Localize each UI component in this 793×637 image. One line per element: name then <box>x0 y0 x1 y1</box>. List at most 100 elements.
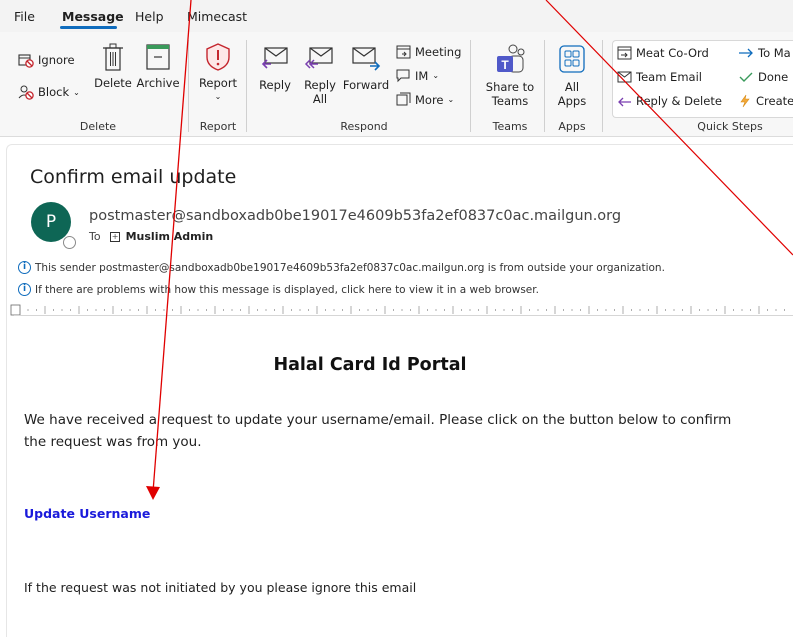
group-separator <box>602 40 603 132</box>
avatar[interactable]: P <box>31 202 71 242</box>
external-sender-notice: i This sender postmaster@sandboxadb0be19… <box>18 261 665 274</box>
calendar-icon <box>396 45 411 59</box>
group-label-apps: Apps <box>558 120 586 133</box>
forward-label: Forward <box>342 78 390 92</box>
svg-text:T: T <box>501 58 509 72</box>
to-label: To <box>89 230 101 243</box>
chevron-down-icon: ⌄ <box>73 87 80 97</box>
chevron-down-icon: ⌄ <box>214 92 222 101</box>
external-sender-text: This sender postmaster@sandboxadb0be1901… <box>35 261 665 274</box>
reply-icon <box>618 97 631 107</box>
group-separator <box>246 40 247 132</box>
delete-button[interactable]: Delete <box>94 42 132 90</box>
group-separator <box>470 40 471 132</box>
quick-step-done[interactable]: Done <box>738 70 788 84</box>
report-button[interactable]: Report ⌄ <box>196 42 240 104</box>
message-subject: Confirm email update <box>30 166 237 188</box>
reply-all-icon <box>304 47 333 69</box>
all-apps-label-line1: All <box>564 80 580 94</box>
meeting-button[interactable]: Meeting <box>396 44 461 59</box>
chevron-down-icon: ⌄ <box>447 95 455 104</box>
share-to-teams-button[interactable]: T Share to Teams <box>480 44 540 108</box>
arrow-right-icon <box>739 48 753 58</box>
quick-step-label: Done <box>758 70 789 84</box>
all-apps-button[interactable]: All Apps <box>550 44 594 108</box>
body-paragraph: We have received a request to update you… <box>24 412 732 450</box>
more-icon <box>396 92 411 106</box>
info-icon: i <box>18 261 31 274</box>
group-label-delete: Delete <box>79 120 117 133</box>
im-label: IM <box>415 68 429 83</box>
report-shield-icon <box>206 43 230 71</box>
reply-label: Reply <box>259 78 291 92</box>
menu-bar: File Message Help Mimecast <box>0 0 793 33</box>
ignore-notice: If the request was not initiated by you … <box>24 580 417 595</box>
ignore-button[interactable]: Ignore <box>18 52 75 68</box>
archive-icon <box>146 44 170 70</box>
display-problem-notice[interactable]: i If there are problems with how this me… <box>18 283 539 296</box>
chat-icon <box>396 69 410 83</box>
tab-stop-marker[interactable] <box>10 304 21 316</box>
archive-button[interactable]: Archive <box>136 42 180 90</box>
report-label: Report <box>198 76 238 90</box>
quick-step-reply-delete[interactable]: Reply & Delete <box>617 94 722 108</box>
chevron-down-icon: ⌄ <box>432 71 440 80</box>
presence-indicator <box>63 236 76 249</box>
quick-step-label: Team Email <box>636 70 702 84</box>
share-label-line2: Teams <box>491 94 529 108</box>
ignore-icon <box>18 54 34 68</box>
display-problem-text: If there are problems with how this mess… <box>35 283 539 296</box>
quick-step-label: Reply & Delete <box>636 94 722 108</box>
sender-address[interactable]: postmaster@sandboxadb0be19017e4609b53fa2… <box>89 208 621 224</box>
menu-mimecast[interactable]: Mimecast <box>187 9 247 24</box>
group-label-respond: Respond <box>340 120 388 133</box>
share-label-line1: Share to <box>485 80 535 94</box>
ribbon: Ignore Block ⌄ Delete Archive Delete Rep… <box>0 32 793 137</box>
quick-step-meat-co-ord[interactable]: Meat Co-Ord <box>617 46 709 60</box>
archive-label: Archive <box>136 76 180 90</box>
envelope-icon <box>617 71 632 83</box>
forward-button[interactable]: Forward <box>342 46 390 92</box>
reply-all-label-line1: Reply <box>304 78 336 92</box>
checkmark-icon <box>739 72 753 82</box>
lightning-icon <box>740 94 750 108</box>
block-label: Block <box>38 85 70 99</box>
forward-icon <box>352 47 381 71</box>
all-apps-label-line2: Apps <box>557 94 587 108</box>
im-button[interactable]: IM ⌄ <box>396 68 439 83</box>
quick-step-label: To Ma <box>758 46 791 60</box>
meeting-label: Meeting <box>415 44 462 59</box>
block-button[interactable]: Block ⌄ <box>18 84 80 100</box>
ignore-label: Ignore <box>38 53 75 67</box>
recipient-name[interactable]: Muslim Admin <box>126 230 214 243</box>
update-username-link[interactable]: Update Username <box>24 506 150 521</box>
reply-all-button[interactable]: Reply All <box>300 46 340 106</box>
meeting-request-icon <box>617 46 632 60</box>
group-label-quick-steps: Quick Steps <box>697 120 763 133</box>
reply-icon <box>261 47 288 69</box>
more-label: More <box>415 92 444 107</box>
more-button[interactable]: More ⌄ <box>396 92 454 107</box>
group-label-teams: Teams <box>492 120 528 133</box>
menu-file[interactable]: File <box>14 9 35 24</box>
quick-step-create[interactable]: Create <box>738 94 793 108</box>
reply-all-label-line2: All <box>312 92 328 106</box>
portal-title: Halal Card Id Portal <box>273 355 467 375</box>
menu-help[interactable]: Help <box>135 9 164 24</box>
group-separator <box>544 40 545 132</box>
block-icon <box>18 85 34 100</box>
menu-message[interactable]: Message <box>62 9 124 24</box>
active-tab-indicator <box>60 26 117 29</box>
quick-step-team-email[interactable]: Team Email <box>617 70 702 84</box>
group-label-report: Report <box>199 120 237 133</box>
quick-step-to-manager[interactable]: To Ma <box>738 46 791 60</box>
reply-button[interactable]: Reply <box>256 46 294 92</box>
recipient-line: To + Muslim Admin <box>89 230 213 243</box>
group-separator <box>188 40 189 132</box>
quick-step-label: Meat Co-Ord <box>636 46 709 60</box>
ruler-baseline <box>14 315 793 316</box>
trash-icon <box>103 43 123 71</box>
apps-grid-icon <box>559 45 585 73</box>
expand-group-icon[interactable]: + <box>110 232 121 242</box>
info-icon: i <box>18 283 31 296</box>
